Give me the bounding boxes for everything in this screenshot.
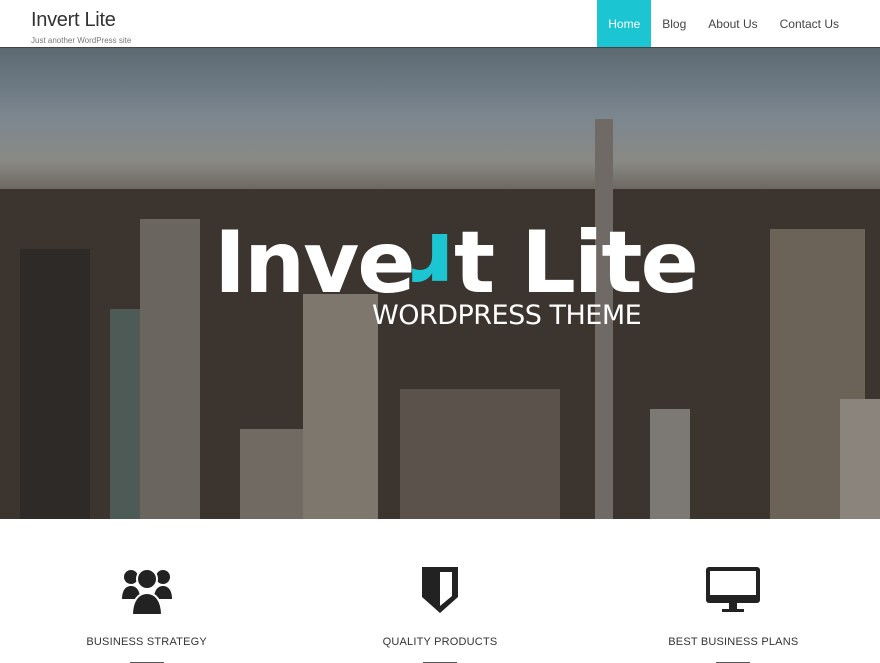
site-title[interactable]: Invert Lite <box>31 9 131 32</box>
hero-banner: Invert Lite WORDPRESS THEME <box>0 48 880 519</box>
site-tagline: Just another WordPress site <box>31 36 132 45</box>
nav-about-us[interactable]: About Us <box>697 0 768 47</box>
feature-quality-products: QUALITY PRODUCTS <box>293 565 586 663</box>
shield-icon <box>421 567 458 613</box>
feature-label: BUSINESS STRATEGY <box>86 636 207 648</box>
feature-best-business-plans: BEST BUSINESS PLANS <box>587 565 880 663</box>
desktop-icon <box>706 567 761 612</box>
hero-title: Invert Lite <box>214 213 699 313</box>
hero-subtitle: WORDPRESS THEME <box>372 300 642 331</box>
main-nav: Home Blog About Us Contact Us <box>597 0 850 47</box>
site-header: Invert Lite Just another WordPress site … <box>0 0 880 48</box>
nav-blog[interactable]: Blog <box>651 0 697 47</box>
hero-title-start: Inve <box>214 213 416 313</box>
nav-home[interactable]: Home <box>597 0 652 47</box>
feature-label: QUALITY PRODUCTS <box>382 636 498 648</box>
users-icon <box>121 568 172 616</box>
branding: Invert Lite Just another WordPress site <box>0 0 131 47</box>
hero-title-end: t Lite <box>454 213 699 313</box>
hero-title-flipped-letter: r <box>413 213 455 313</box>
features-section: BUSINESS STRATEGY QUALITY PRODUCTS BEST … <box>0 519 880 663</box>
nav-contact-us[interactable]: Contact Us <box>769 0 850 47</box>
feature-label: BEST BUSINESS PLANS <box>668 636 799 648</box>
feature-business-strategy: BUSINESS STRATEGY <box>0 565 293 663</box>
